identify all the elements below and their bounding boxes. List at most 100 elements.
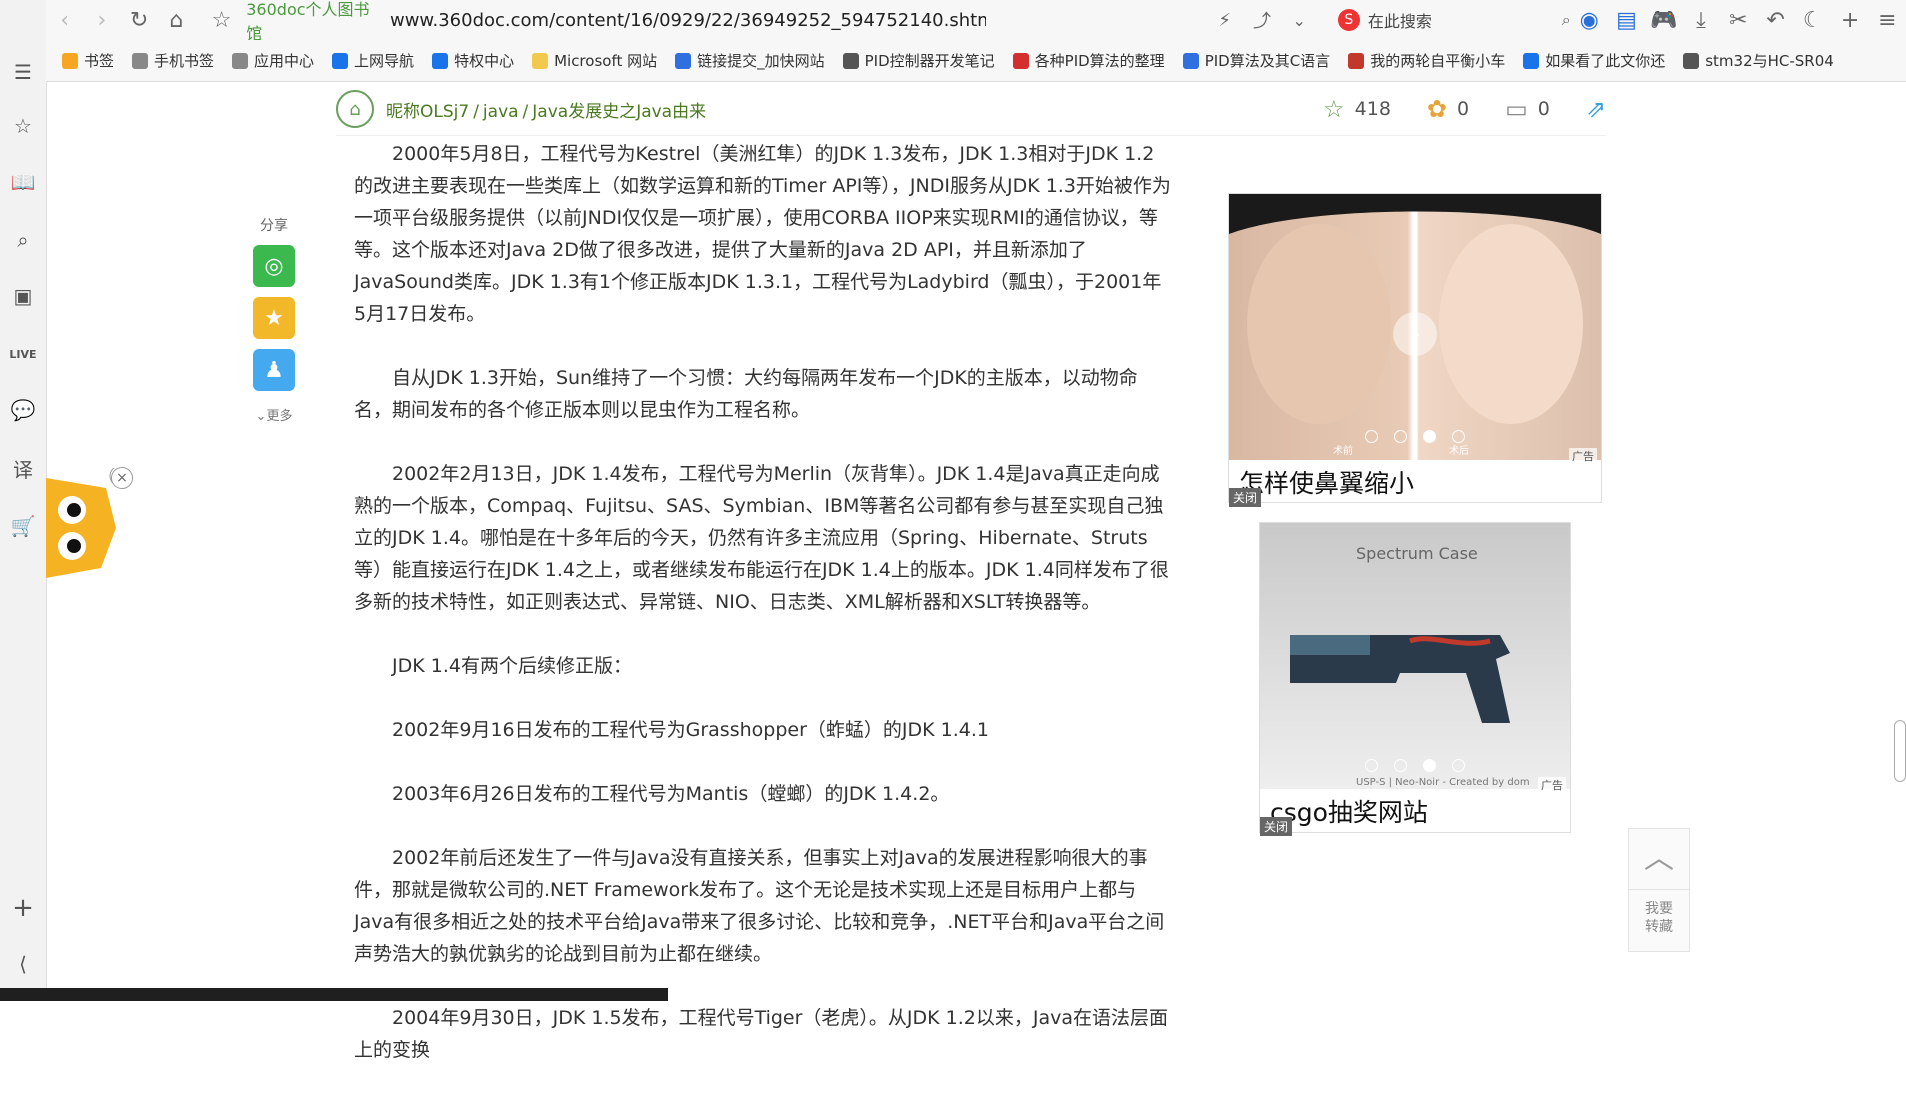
chat-icon[interactable]: 💬 xyxy=(7,394,39,426)
bookmark-label: 应用中心 xyxy=(254,52,315,70)
ad-caption[interactable]: 怎样使鼻翼缩小 xyxy=(1239,464,1414,500)
taskbar xyxy=(0,988,668,1001)
back-to-top-icon[interactable]: ︿ xyxy=(1629,829,1689,890)
video-icon[interactable]: ▣ xyxy=(7,280,39,312)
external-share-button[interactable]: ⇗ xyxy=(1586,95,1606,123)
bookmark-item[interactable]: 书签 xyxy=(62,50,114,71)
browser-sidebar: ☰ ☆ 📖 ⌕ ▣ LIVE 💬 译 🛒 + ⟨ xyxy=(0,0,47,1001)
night-mode-icon[interactable]: ☾ xyxy=(1794,0,1831,40)
qq-share-icon[interactable]: ♟ xyxy=(253,349,295,391)
home-button[interactable]: ⌂ xyxy=(158,0,195,40)
article-paragraph: 2002年2月13日，JDK 1.4发布，工程代号为Merlin（灰背隼）。JD… xyxy=(354,463,1169,613)
ext-e-icon[interactable]: ◉ xyxy=(1571,0,1608,40)
bookmark-item[interactable]: 上网导航 xyxy=(332,50,414,71)
mascot-close-icon[interactable]: × xyxy=(111,467,133,489)
favorites-star-icon[interactable]: ☆ xyxy=(7,110,39,142)
bookmark-item[interactable]: 如果看了此文你还 xyxy=(1523,50,1665,71)
screenshot-icon[interactable]: ✂ xyxy=(1720,0,1757,40)
breadcrumb-author[interactable]: 昵称OLSj7 xyxy=(386,102,469,122)
chevron-down-icon[interactable]: ⌄ xyxy=(1281,0,1318,40)
ad-image: › xyxy=(1229,194,1601,460)
breadcrumb-category[interactable]: java xyxy=(483,102,519,122)
baidu-icon xyxy=(675,52,692,69)
bookmark-label: 书签 xyxy=(84,52,115,70)
after-label: 术后 xyxy=(1449,446,1469,457)
search-input[interactable]: S 在此搜索 ⌕ xyxy=(1337,5,1571,35)
star-icon: ☆ xyxy=(1323,95,1345,123)
owl-icon xyxy=(46,465,131,578)
bookmark-item[interactable]: 各种PID算法的整理 xyxy=(1012,50,1165,71)
book-icon[interactable]: 📖 xyxy=(7,166,39,198)
save-label-1: 我要 xyxy=(1645,901,1673,917)
bookmark-label: Microsoft 网站 xyxy=(554,52,658,70)
new-tab-icon[interactable]: + xyxy=(1831,0,1868,40)
collapse-sidebar-icon[interactable]: ⟨ xyxy=(7,948,39,980)
bookmark-item[interactable]: 我的两轮自平衡小车 xyxy=(1348,50,1505,71)
reload-button[interactable]: ↻ xyxy=(121,0,158,40)
ad-carousel-dots[interactable] xyxy=(1260,759,1570,772)
folder-icon xyxy=(532,52,549,69)
forward-button[interactable]: › xyxy=(83,0,120,40)
ad-csgo[interactable]: Spectrum Case USP-S | Neo-Noir - Created… xyxy=(1259,522,1571,836)
share-panel: 分享 ◎ ★ ♟ ⌄更多 xyxy=(252,215,296,424)
article-paragraph: JDK 1.4有两个后续修正版： xyxy=(392,655,632,677)
bookmark-item[interactable]: stm32与HC-SR04 xyxy=(1683,50,1834,71)
wechat-share-icon[interactable]: ◎ xyxy=(253,245,295,287)
ad-nose[interactable]: › 术前 术后 广告 怎样使鼻翼缩小 关闭 xyxy=(1228,193,1602,507)
page-scrollbar[interactable] xyxy=(1892,80,1906,1001)
site-name: 360doc个人图书馆 xyxy=(246,0,370,43)
bookmark-star-icon[interactable]: ☆ xyxy=(203,0,240,40)
globe-icon xyxy=(232,52,249,69)
pen-icon xyxy=(1683,52,1700,69)
ad-close-button[interactable]: 关闭 xyxy=(1260,817,1293,836)
breadcrumb: 昵称OLSj7/java / Java发展史之Java由来 xyxy=(386,101,707,122)
search-engine-icon[interactable]: S xyxy=(1337,9,1360,31)
cart-icon[interactable]: 🛒 xyxy=(7,510,39,542)
star-icon xyxy=(62,52,78,69)
ad-caption[interactable]: csgo抽奖网站 xyxy=(1270,793,1428,829)
search-icon[interactable]: ⌕ xyxy=(7,224,39,256)
bookmark-label: PID控制器开发笔记 xyxy=(864,52,995,70)
comment-button[interactable]: ▭ 0 xyxy=(1505,95,1550,123)
translate-icon[interactable]: 译 xyxy=(7,452,39,484)
bookmark-item[interactable]: PID算法及其C语言 xyxy=(1182,50,1330,71)
bookmark-item[interactable]: 链接提交_加快网站 xyxy=(675,50,825,71)
ext-doc-icon[interactable]: ▤ xyxy=(1608,0,1645,40)
bookmark-item[interactable]: 手机书签 xyxy=(132,50,214,71)
address-bar[interactable]: www.360doc.com/content/16/0929/22/369492… xyxy=(390,10,986,31)
svg-text:›: › xyxy=(1411,320,1421,348)
reader-icon[interactable]: ☰ xyxy=(7,56,39,88)
download-icon[interactable]: ⤓ xyxy=(1682,0,1719,40)
bookmark-item[interactable]: Microsoft 网站 xyxy=(532,50,657,71)
lightning-icon[interactable]: ⚡ xyxy=(1206,0,1243,40)
share-more-link[interactable]: ⌄更多 xyxy=(252,405,296,424)
scrollbar-thumb[interactable] xyxy=(1894,720,1906,782)
e-icon xyxy=(332,52,349,69)
back-button[interactable]: ‹ xyxy=(46,0,83,40)
game-icon[interactable]: 🎮 xyxy=(1645,0,1682,40)
menu-icon[interactable]: ≡ xyxy=(1869,0,1906,40)
share-icon[interactable]: ⤴ xyxy=(1243,0,1280,40)
like-button[interactable]: ☆ 418 xyxy=(1323,95,1391,123)
bookmark-item[interactable]: 特权中心 xyxy=(432,50,514,71)
owl-mascot[interactable] xyxy=(46,465,131,590)
add-icon[interactable]: + xyxy=(7,892,39,924)
bookmark-item[interactable]: PID控制器开发笔记 xyxy=(842,50,995,71)
flower-button[interactable]: ✿ 0 xyxy=(1427,95,1469,123)
favorite-share-icon[interactable]: ★ xyxy=(253,297,295,339)
home-icon[interactable]: ⌂ xyxy=(336,90,374,128)
ad-close-button[interactable]: 关闭 xyxy=(1229,488,1262,507)
bookmark-item[interactable]: 应用中心 xyxy=(232,50,314,71)
search-icon[interactable]: ⌕ xyxy=(1562,10,1571,30)
live-icon[interactable]: LIVE xyxy=(7,338,39,370)
ad-carousel-dots[interactable] xyxy=(1229,430,1601,443)
article-body: 2000年5月8日，工程代号为Kestrel（美洲红隼）的JDK 1.3发布，J… xyxy=(354,138,1172,1098)
save-button[interactable]: 我要 转藏 xyxy=(1629,890,1689,936)
flower-count: 0 xyxy=(1457,98,1470,120)
breadcrumb-title[interactable]: Java发展史之Java由来 xyxy=(532,102,706,122)
img-icon xyxy=(1348,52,1365,69)
article-paragraph: 自从JDK 1.3开始，Sun维持了一个习惯：大约每隔两年发布一个JDK的主版本… xyxy=(354,367,1138,421)
c-icon xyxy=(1012,52,1029,69)
undo-icon[interactable]: ↶ xyxy=(1757,0,1794,40)
ad-tag: 广告 xyxy=(1538,777,1566,793)
